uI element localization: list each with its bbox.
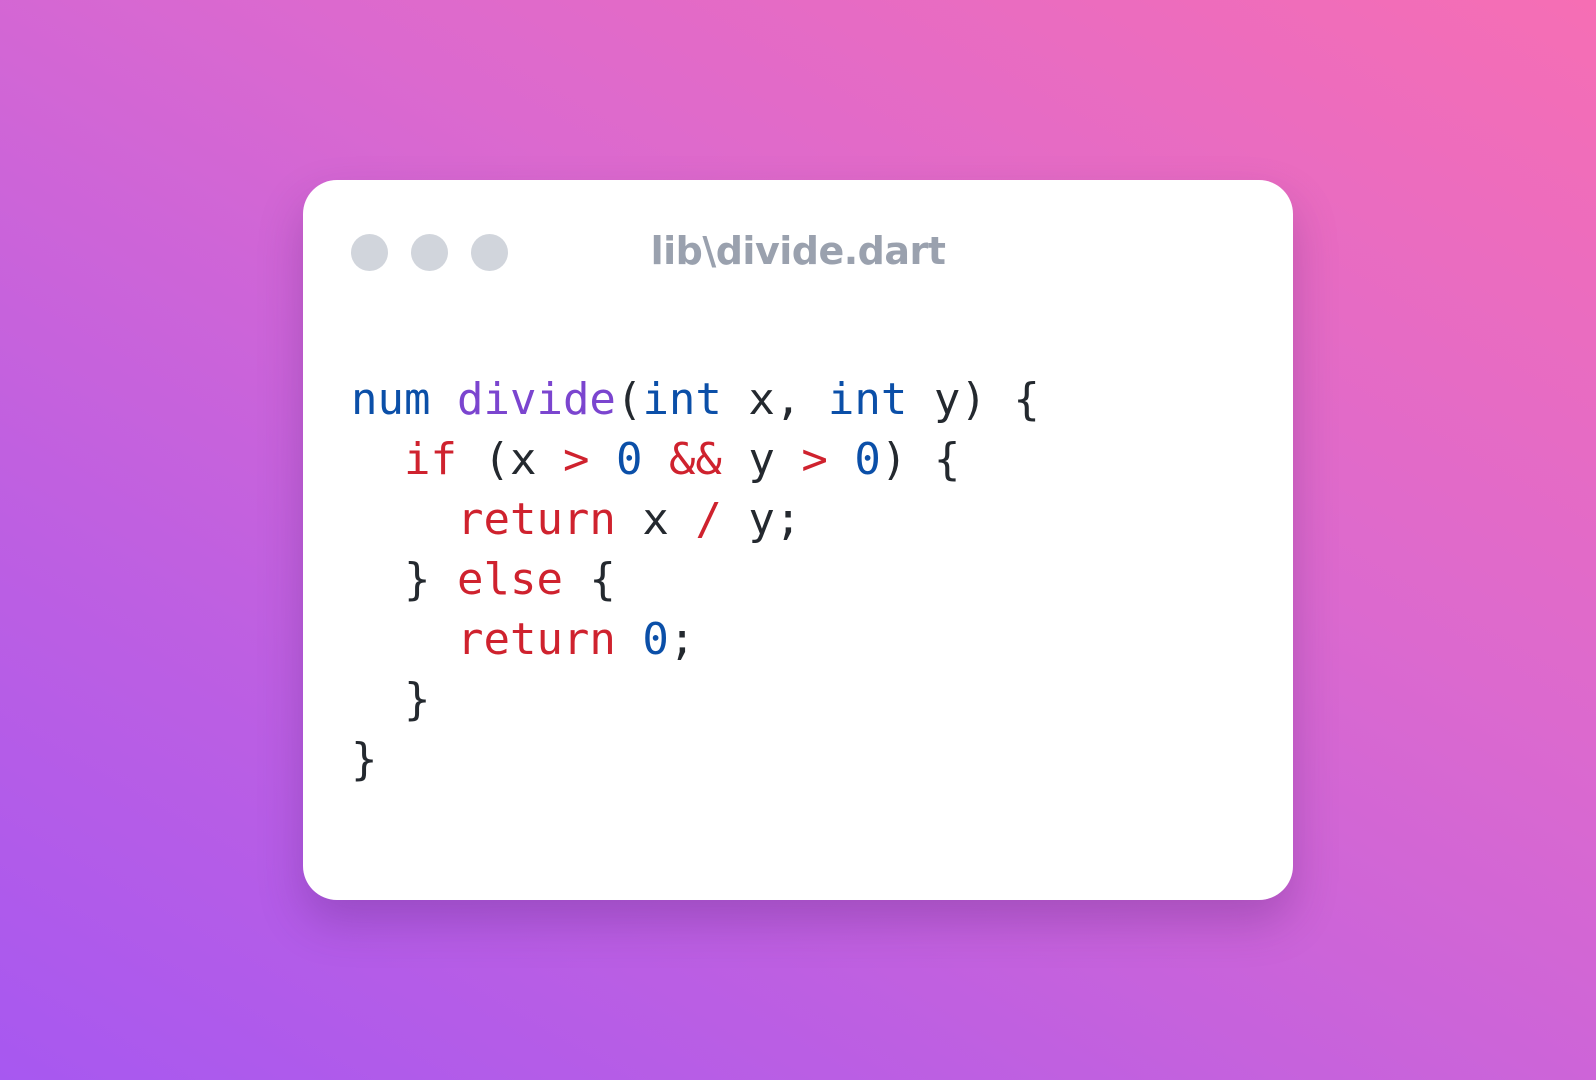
plain-token: { xyxy=(562,554,616,605)
plain-token: ( xyxy=(615,374,643,425)
type-token: int xyxy=(642,374,722,425)
plain-token: } xyxy=(351,734,378,785)
code-window: lib\divide.dart num divide(int x, int y)… xyxy=(303,180,1293,900)
plain-token: x xyxy=(615,494,696,545)
operator-token: > xyxy=(562,434,590,485)
plain-token: ; xyxy=(668,614,696,665)
window-titlebar: lib\divide.dart xyxy=(303,180,1293,320)
plain-token: y) { xyxy=(907,374,1040,425)
keyword-token: return xyxy=(456,614,616,665)
file-name: lib\divide.dart xyxy=(650,229,946,273)
plain-token: } xyxy=(351,674,431,725)
number-token: 0 xyxy=(854,434,881,485)
plain-token: x, xyxy=(721,374,828,425)
plain-token: y; xyxy=(721,494,802,545)
keyword-token: else xyxy=(456,554,563,605)
type-token: int xyxy=(827,374,908,425)
operator-token: / xyxy=(695,494,722,545)
code-block[interactable]: num divide(int x, int y) { if (x > 0 && … xyxy=(351,370,1040,790)
code-line: return 0; xyxy=(351,610,1040,670)
keyword-token: return xyxy=(456,494,616,545)
code-line: num divide(int x, int y) { xyxy=(351,370,1040,430)
code-line: } xyxy=(351,730,1040,790)
operator-token: > xyxy=(801,434,828,485)
code-line: return x / y; xyxy=(351,490,1040,550)
code-line: } xyxy=(351,670,1040,730)
plain-token: } xyxy=(351,554,457,605)
plain-token: y xyxy=(721,434,802,485)
number-token: 0 xyxy=(615,434,643,485)
plain-token: (x xyxy=(456,434,563,485)
type-token: num xyxy=(351,374,431,425)
function-name-token: divide xyxy=(456,374,616,425)
code-line: } else { xyxy=(351,550,1040,610)
number-token: 0 xyxy=(642,614,669,665)
plain-token: ) { xyxy=(880,434,961,485)
code-line: if (x > 0 && y > 0) { xyxy=(351,430,1040,490)
keyword-token: if xyxy=(403,434,457,485)
operator-token: && xyxy=(668,434,722,485)
